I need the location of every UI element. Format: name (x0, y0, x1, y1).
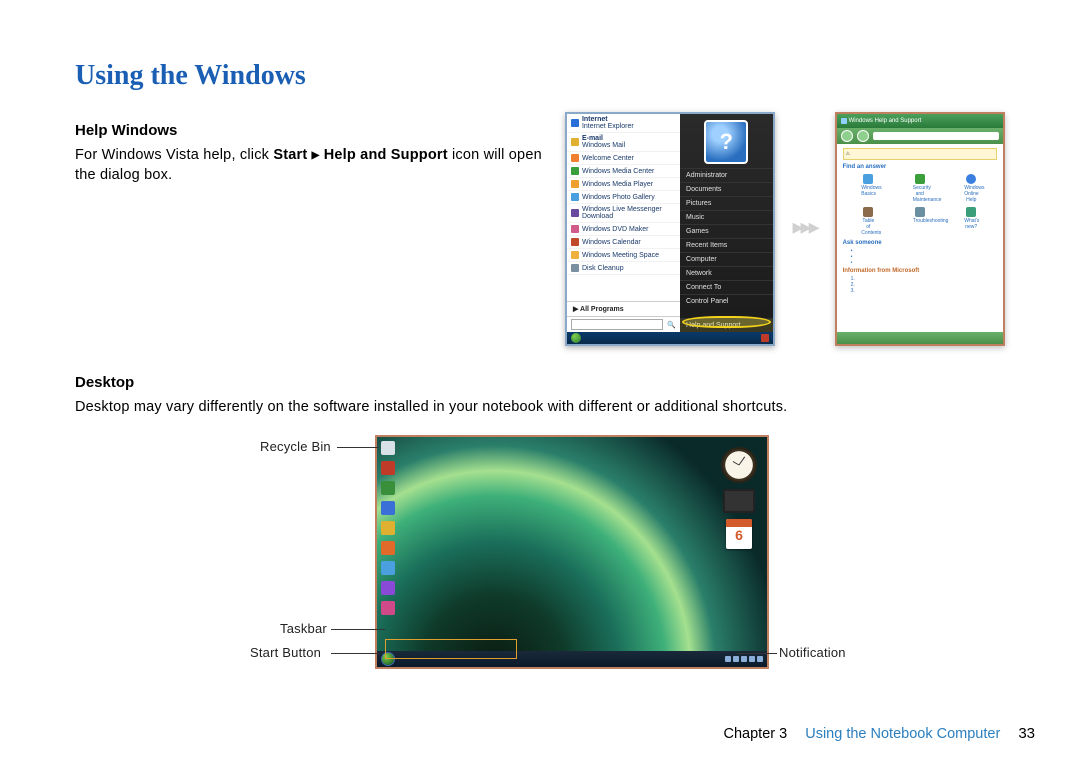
desktop-paragraph: Desktop may vary differently on the soft… (75, 397, 1005, 417)
sm-item: Disk Cleanup (582, 265, 624, 272)
sm-right-item: Computer (680, 252, 773, 266)
page-footer: Chapter 3 Using the Notebook Computer 33 (724, 725, 1036, 742)
sm-all-programs: All Programs (580, 306, 624, 313)
sm-item: Welcome Center (582, 155, 634, 162)
sm-internet-sub: Internet Explorer (582, 123, 634, 130)
desktop-icon (381, 481, 395, 495)
back-icon (841, 130, 853, 142)
sm-right-item: Pictures (680, 196, 773, 210)
triangle-icon: ▶ (312, 150, 320, 161)
sm-item: Windows Photo Gallery (582, 194, 655, 201)
label-taskbar: Taskbar (280, 621, 327, 636)
sm-right-item: Network (680, 266, 773, 280)
hw-list: • • • (843, 248, 997, 266)
sm-right-item: Administrator (680, 168, 773, 182)
hw-icon-label: Windows Online Help (964, 185, 984, 203)
hw-icon-label: Security and Maintenance (913, 185, 942, 203)
hw-icon-label: Windows Basics (861, 185, 881, 197)
warning-banner: ⚠ (843, 148, 997, 160)
hw-list: 1. 2. 3. (843, 276, 997, 294)
power-icon (761, 334, 769, 342)
hw-footer (837, 332, 1003, 344)
globe-icon (966, 174, 976, 184)
sm-email-sub: Windows Mail (582, 142, 625, 149)
label-notification: Notification (779, 645, 846, 660)
desktop-icon (381, 521, 395, 535)
desktop-icon (381, 581, 395, 595)
star-icon (966, 207, 976, 217)
footer-chapter: Chapter 3 (724, 726, 788, 742)
text: For Windows Vista help, click (75, 147, 273, 163)
book-icon (863, 207, 873, 217)
help-icon: ? (704, 120, 748, 164)
text-bold: Help and Support (324, 147, 448, 163)
help-support-window-illustration: Windows Help and Support ⚠ Find an answe… (835, 112, 1005, 346)
desktop-icon (381, 601, 395, 615)
page-title: Using the Windows (75, 60, 1005, 92)
sm-right-item: Connect To (680, 280, 773, 294)
wrench-icon (915, 207, 925, 217)
hw-icon-label: What's new? (964, 218, 979, 230)
footer-page-number: 33 (1018, 725, 1035, 742)
sm-item: Windows Meeting Space (582, 252, 659, 259)
text-bold: Start (273, 147, 307, 163)
notification-tray (725, 656, 763, 662)
desktop-icon (381, 501, 395, 515)
hw-find: Find an answer (843, 164, 997, 170)
sm-internet: Internet (582, 116, 608, 123)
forward-icon (857, 130, 869, 142)
desktop-icon (381, 561, 395, 575)
slideshow-gadget-icon (723, 489, 755, 513)
sm-right-item: Games (680, 224, 773, 238)
highlight-ellipse-icon (682, 316, 771, 328)
hw-title: Windows Help and Support (849, 118, 922, 124)
app-icon (841, 118, 847, 124)
hw-icon-label: Table of Contents (861, 218, 881, 236)
sm-item: Windows Media Center (582, 168, 654, 175)
start-menu-illustration: InternetInternet Explorer E-mailWindows … (565, 112, 775, 346)
monitor-icon (863, 174, 873, 184)
start-orb-icon (571, 333, 581, 343)
hw-info: Information from Microsoft (843, 268, 997, 274)
leader-line (337, 447, 379, 448)
calendar-gadget-icon: 6 (726, 519, 752, 549)
leader-line (331, 653, 379, 654)
sm-right-item: Documents (680, 182, 773, 196)
leader-line (331, 629, 385, 630)
sm-item: Windows Media Player (582, 181, 653, 188)
desktop-illustration: 6 (375, 435, 769, 669)
desktop-icon (381, 461, 395, 475)
arrow-right-icon: ▸▸▸ (793, 214, 817, 240)
sm-right-item: Music (680, 210, 773, 224)
sm-email: E-mail (582, 135, 603, 142)
leader-line (737, 653, 777, 654)
footer-chapter-title: Using the Notebook Computer (805, 726, 1000, 742)
sm-right-item: Control Panel (680, 294, 773, 308)
label-recycle-bin: Recycle Bin (260, 439, 331, 454)
sm-search (571, 319, 663, 330)
sm-right-item: Recent Items (680, 238, 773, 252)
hw-search (873, 132, 999, 140)
label-start-button: Start Button (250, 645, 321, 660)
desktop-heading: Desktop (75, 374, 1005, 391)
sm-item: Windows Calendar (582, 239, 641, 246)
help-paragraph: For Windows Vista help, click Start ▶ He… (75, 145, 545, 186)
recycle-bin-icon (381, 441, 395, 455)
sm-item: Windows DVD Maker (582, 226, 649, 233)
hw-ask: Ask someone (843, 240, 997, 246)
desktop-icon (381, 541, 395, 555)
shield-icon (915, 174, 925, 184)
hw-icon-label: Troubleshooting (913, 218, 949, 224)
sm-item: Windows Live Messenger Download (582, 206, 676, 220)
help-heading: Help Windows (75, 122, 545, 139)
clock-gadget-icon (721, 447, 757, 483)
calendar-day: 6 (726, 527, 752, 543)
taskbar-highlight-box (385, 639, 517, 659)
